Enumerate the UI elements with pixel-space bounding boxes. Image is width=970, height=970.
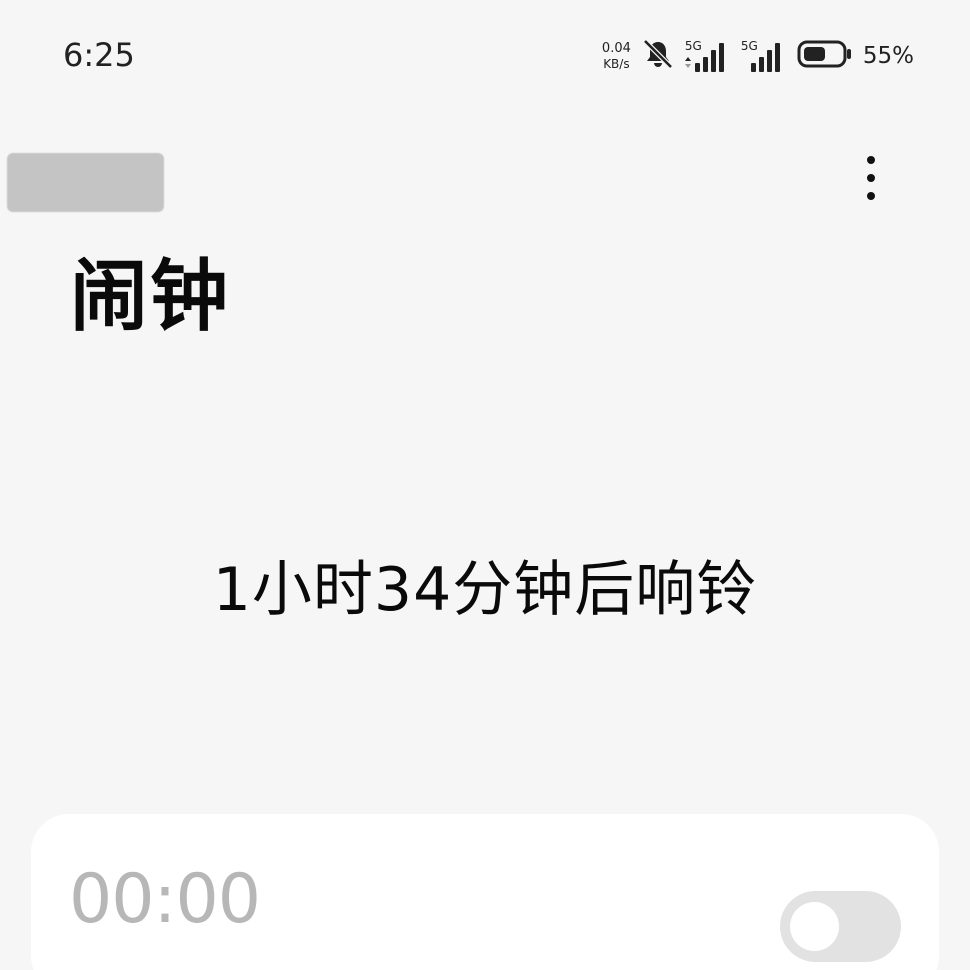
status-bar: 6:25 0.04 KB/s 5G 5G 55%: [0, 0, 970, 110]
bell-off-icon: [641, 37, 675, 75]
signal-bars-icon: [684, 43, 724, 72]
page-title: 闹钟: [70, 252, 231, 342]
sim2-signal: 5G: [741, 39, 787, 73]
sim1-signal: 5G: [684, 39, 731, 73]
alarm-item[interactable]: 00:00: [31, 814, 939, 970]
more-vertical-icon: [867, 156, 875, 200]
battery-percent: 55%: [862, 43, 914, 69]
status-icons: 0.04 KB/s 5G 5G 55%: [602, 36, 914, 76]
signal-bars-icon: [750, 43, 780, 72]
next-alarm-countdown: 1小时34分钟后响铃: [212, 555, 758, 625]
more-options-button[interactable]: [848, 148, 894, 208]
account-button[interactable]: [7, 153, 164, 212]
network-speed-value: 0.04: [601, 41, 631, 56]
alarm-toggle[interactable]: [780, 891, 901, 962]
toggle-knob: [790, 902, 839, 951]
network-speed-unit: KB/s: [603, 57, 630, 71]
status-time: 6:25: [63, 36, 135, 74]
network-speed: 0.04 KB/s: [602, 42, 631, 70]
clock-app-screen: 6:25 0.04 KB/s 5G 5G 55% 闹钟 1小时34分钟后响铃 0…: [0, 0, 970, 970]
battery-icon: [797, 39, 853, 73]
alarm-time: 00:00: [69, 860, 261, 939]
